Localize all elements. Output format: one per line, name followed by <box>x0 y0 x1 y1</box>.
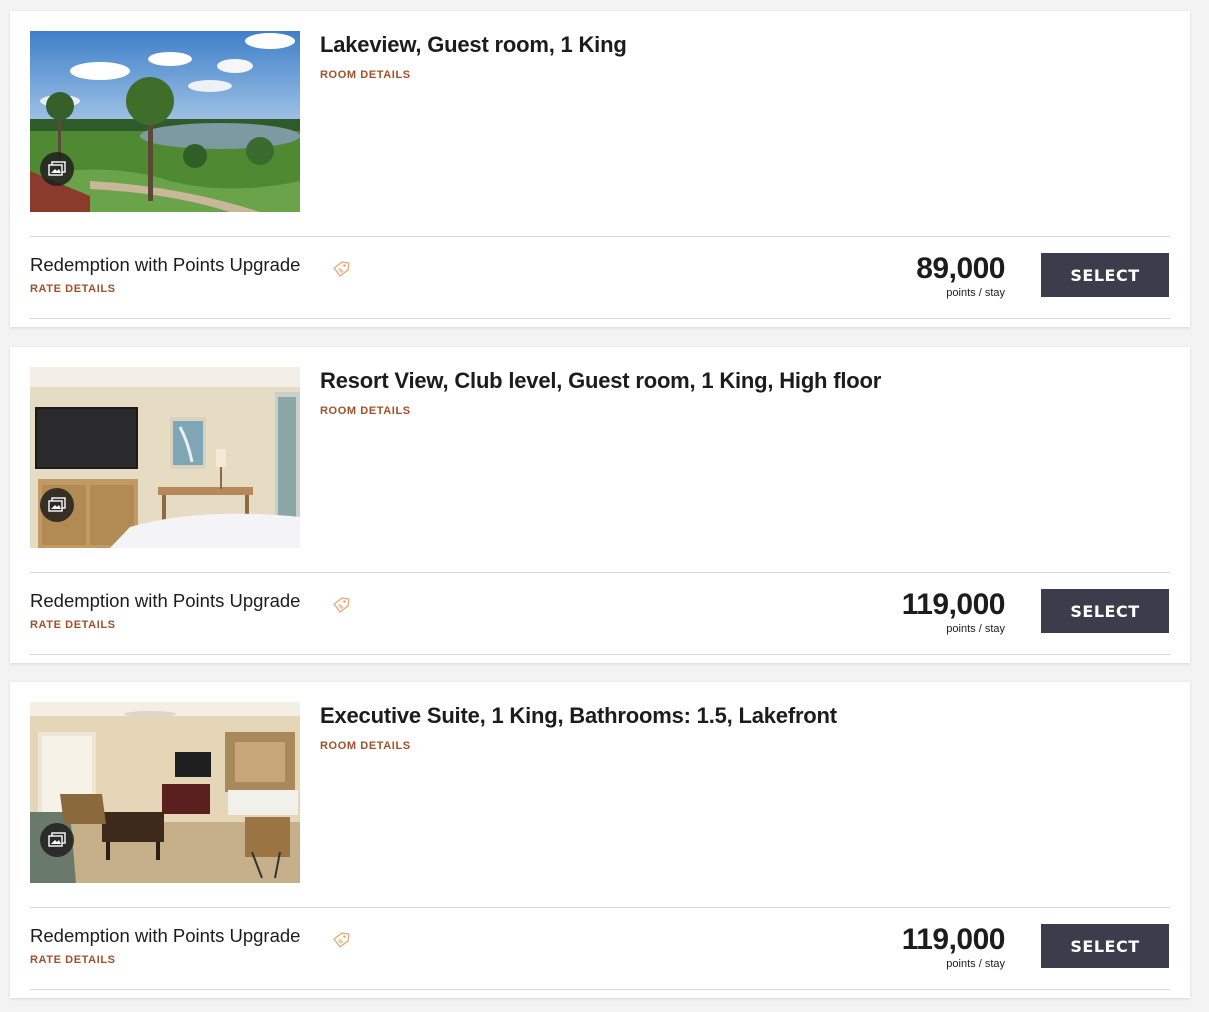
room-title: Executive Suite, 1 King, Bathrooms: 1.5,… <box>320 703 837 728</box>
room-card: Lakeview, Guest room, 1 King ROOM DETAIL… <box>10 11 1190 327</box>
select-button[interactable]: SELECT <box>1041 589 1169 633</box>
rate-details-link[interactable]: RATE DETAILS <box>30 954 116 966</box>
room-photo[interactable] <box>30 702 300 883</box>
resort-view-room-photo <box>30 367 300 548</box>
room-card: Resort View, Club level, Guest room, 1 K… <box>10 347 1190 663</box>
price-points: 119,000 <box>901 923 1006 956</box>
price-points: 89,000 <box>916 252 1005 285</box>
price-points: 119,000 <box>901 588 1006 621</box>
room-photo[interactable] <box>30 367 300 548</box>
select-button[interactable]: SELECT <box>1041 253 1169 297</box>
divider <box>30 236 1170 237</box>
room-photo[interactable] <box>30 31 300 212</box>
rate-details-link[interactable]: RATE DETAILS <box>30 283 116 295</box>
divider <box>30 989 1170 990</box>
divider <box>30 572 1170 573</box>
rate-name: Redemption with Points Upgrade <box>30 925 301 946</box>
divider <box>30 654 1170 655</box>
room-details-link[interactable]: ROOM DETAILS <box>320 69 411 81</box>
price-unit: points / stay <box>946 287 1005 299</box>
tag-icon <box>333 261 350 277</box>
price-unit: points / stay <box>946 623 1005 635</box>
gallery-button[interactable] <box>40 823 74 857</box>
rate-name: Redemption with Points Upgrade <box>30 254 301 275</box>
room-details-link[interactable]: ROOM DETAILS <box>320 740 411 752</box>
gallery-icon <box>48 832 66 847</box>
room-details-link[interactable]: ROOM DETAILS <box>320 405 411 417</box>
gallery-button[interactable] <box>40 488 74 522</box>
price-unit: points / stay <box>946 958 1005 970</box>
rate-name: Redemption with Points Upgrade <box>30 590 301 611</box>
tag-icon <box>333 597 350 613</box>
room-title: Resort View, Club level, Guest room, 1 K… <box>320 368 882 393</box>
rate-details-link[interactable]: RATE DETAILS <box>30 619 116 631</box>
room-title: Lakeview, Guest room, 1 King <box>320 32 627 57</box>
divider <box>30 318 1170 319</box>
gallery-icon <box>48 161 66 176</box>
gallery-icon <box>48 497 66 512</box>
room-card: Executive Suite, 1 King, Bathrooms: 1.5,… <box>10 682 1190 998</box>
select-button[interactable]: SELECT <box>1041 924 1169 968</box>
lakeview-photo <box>30 31 300 212</box>
executive-suite-photo <box>30 702 300 883</box>
divider <box>30 907 1170 908</box>
gallery-button[interactable] <box>40 152 74 186</box>
tag-icon <box>333 932 350 948</box>
